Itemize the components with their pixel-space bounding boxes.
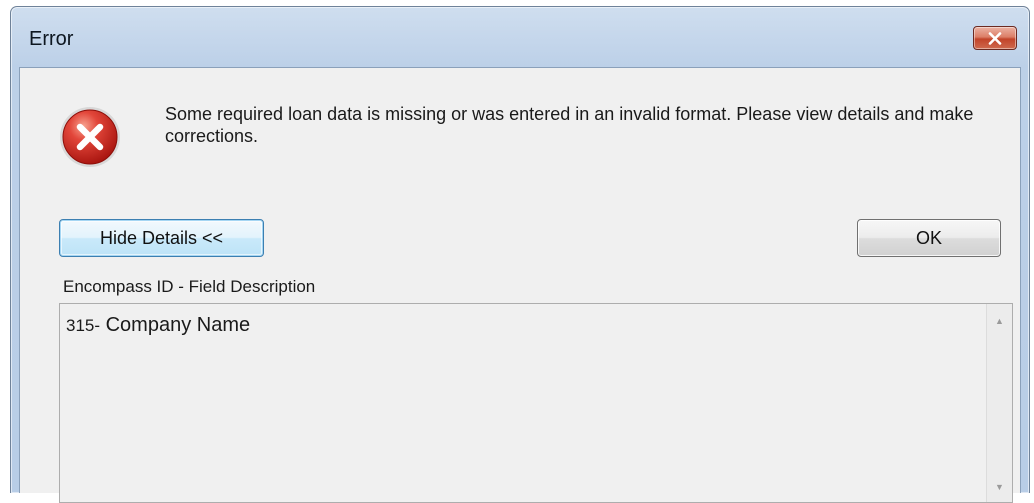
details-column-header: Encompass ID - Field Description	[63, 277, 316, 296]
ok-button[interactable]: OK	[857, 219, 1001, 257]
scroll-up-icon[interactable]: ▲	[987, 308, 1012, 334]
hide-details-button[interactable]: Hide Details <<	[59, 219, 264, 257]
field-description: Company Name	[105, 314, 251, 336]
scroll-down-icon[interactable]: ▼	[987, 474, 1012, 500]
close-button[interactable]	[973, 26, 1017, 50]
details-list[interactable]: 315- Company Name ▲ ▼	[59, 303, 1013, 503]
title-bar[interactable]: Error	[11, 7, 1029, 67]
window-title: Error	[29, 28, 74, 50]
close-icon	[988, 32, 1002, 45]
error-message: Some required loan data is missing or wa…	[165, 104, 974, 146]
dialog-body: Some required loan data is missing or wa…	[19, 67, 1021, 503]
error-dialog-window: Error Some required loan data is missing…	[10, 6, 1030, 503]
vertical-scrollbar[interactable]: ▲ ▼	[986, 304, 1012, 502]
field-id: 315	[66, 316, 95, 335]
list-item[interactable]: 315- Company Name	[66, 314, 250, 337]
error-icon	[60, 107, 120, 167]
field-separator: -	[94, 316, 101, 335]
